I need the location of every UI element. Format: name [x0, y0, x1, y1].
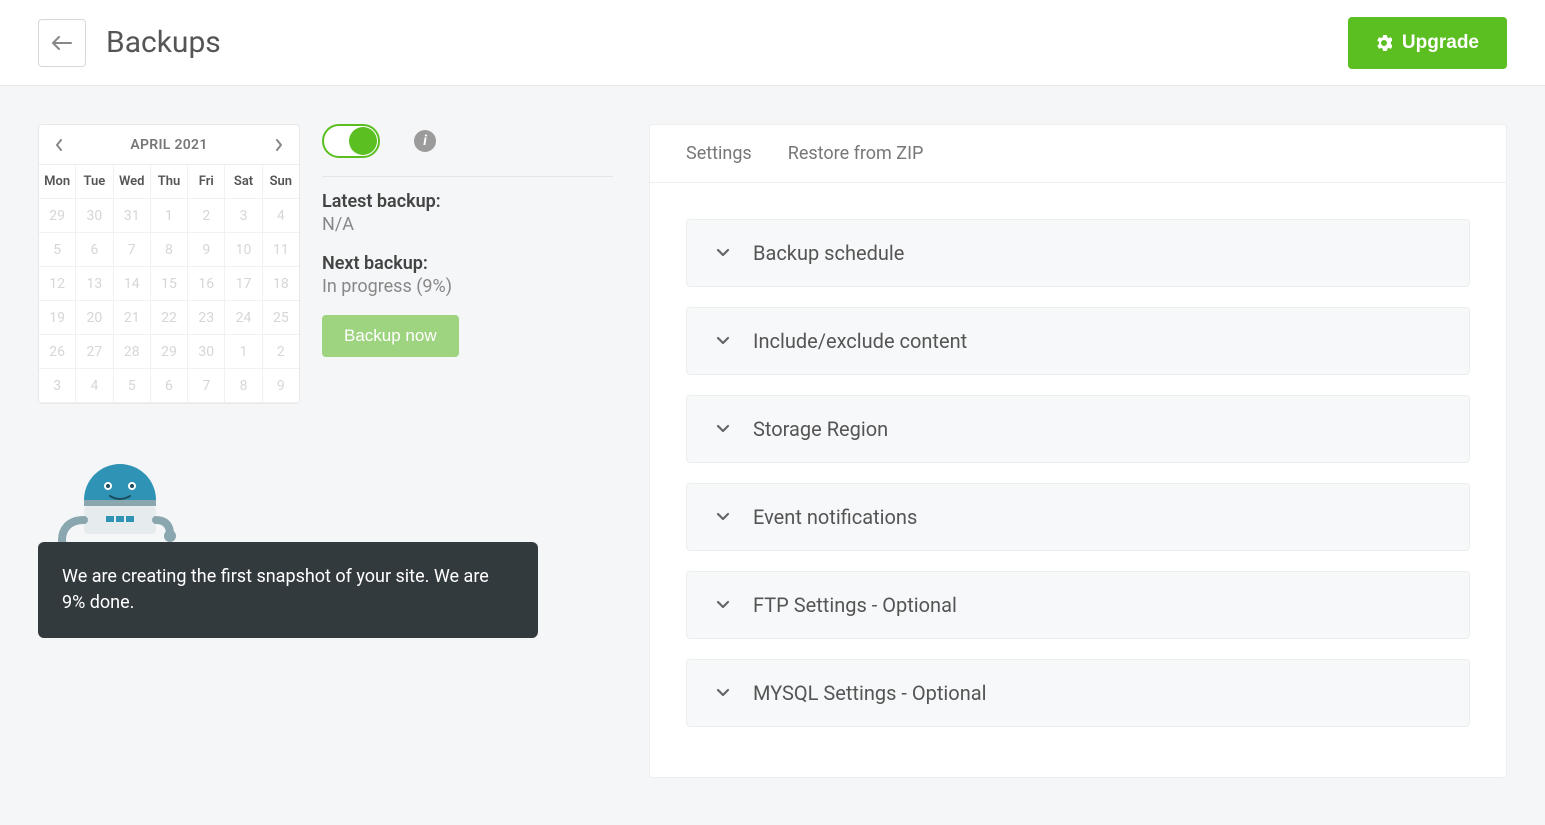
info-icon[interactable]: i — [414, 130, 436, 152]
latest-backup-value: N/A — [322, 214, 613, 235]
calendar-dow: Fri — [188, 165, 225, 199]
calendar-day[interactable]: 2 — [188, 199, 225, 233]
calendar-dow: Sat — [225, 165, 262, 199]
calendar-day[interactable]: 24 — [225, 301, 262, 335]
chevron-down-icon — [715, 509, 731, 525]
calendar-day[interactable]: 31 — [114, 199, 151, 233]
calendar-day[interactable]: 1 — [151, 199, 188, 233]
calendar-day[interactable]: 23 — [188, 301, 225, 335]
accordion-label: MYSQL Settings - Optional — [753, 681, 986, 705]
next-backup-value: In progress (9%) — [322, 276, 613, 297]
calendar-next-button[interactable] — [271, 137, 287, 153]
chevron-down-icon — [715, 333, 731, 349]
calendar: APRIL 2021 MonTueWedThuFriSatSun 2930311… — [38, 124, 300, 404]
chevron-down-icon — [715, 597, 731, 613]
accordion-item[interactable]: Backup schedule — [686, 219, 1470, 287]
accordion-item[interactable]: MYSQL Settings - Optional — [686, 659, 1470, 727]
calendar-day[interactable]: 18 — [263, 267, 299, 301]
chevron-right-icon — [275, 139, 283, 151]
calendar-day[interactable]: 27 — [76, 335, 113, 369]
calendar-day[interactable]: 13 — [76, 267, 113, 301]
upgrade-label: Upgrade — [1402, 32, 1479, 54]
toggle-knob — [349, 127, 377, 155]
calendar-dow: Tue — [76, 165, 113, 199]
calendar-day[interactable]: 30 — [76, 199, 113, 233]
calendar-dow: Sun — [263, 165, 299, 199]
chevron-down-icon — [715, 245, 731, 261]
accordion-item[interactable]: Include/exclude content — [686, 307, 1470, 375]
backup-enabled-toggle[interactable] — [322, 124, 380, 158]
calendar-month-label: APRIL 2021 — [130, 137, 207, 153]
chevron-down-icon — [715, 421, 731, 437]
calendar-day[interactable]: 2 — [263, 335, 299, 369]
calendar-day[interactable]: 21 — [114, 301, 151, 335]
next-backup-label: Next backup: — [322, 253, 613, 274]
calendar-day[interactable]: 28 — [114, 335, 151, 369]
calendar-day[interactable]: 6 — [76, 233, 113, 267]
settings-panel: Settings Restore from ZIP Backup schedul… — [649, 124, 1507, 778]
accordion-item[interactable]: Event notifications — [686, 483, 1470, 551]
arrow-left-icon — [52, 36, 72, 50]
calendar-prev-button[interactable] — [51, 137, 67, 153]
tab-settings[interactable]: Settings — [686, 143, 752, 164]
calendar-day[interactable]: 10 — [225, 233, 262, 267]
calendar-day[interactable]: 4 — [76, 369, 113, 403]
backup-now-button[interactable]: Backup now — [322, 315, 459, 357]
gear-icon — [1376, 35, 1392, 51]
chevron-down-icon — [715, 685, 731, 701]
calendar-day[interactable]: 5 — [114, 369, 151, 403]
accordion-label: Event notifications — [753, 505, 917, 529]
calendar-day[interactable]: 16 — [188, 267, 225, 301]
calendar-day[interactable]: 26 — [39, 335, 76, 369]
calendar-day[interactable]: 5 — [39, 233, 76, 267]
accordion-label: Backup schedule — [753, 241, 904, 265]
accordion-label: Include/exclude content — [753, 329, 967, 353]
calendar-day[interactable]: 30 — [188, 335, 225, 369]
calendar-day[interactable]: 7 — [114, 233, 151, 267]
back-button[interactable] — [38, 19, 86, 67]
chevron-left-icon — [55, 139, 63, 151]
accordion-label: FTP Settings - Optional — [753, 593, 957, 617]
calendar-dow: Thu — [151, 165, 188, 199]
accordion-item[interactable]: FTP Settings - Optional — [686, 571, 1470, 639]
accordion-label: Storage Region — [753, 417, 888, 441]
upgrade-button[interactable]: Upgrade — [1348, 17, 1507, 69]
latest-backup-label: Latest backup: — [322, 191, 613, 212]
calendar-day[interactable]: 8 — [225, 369, 262, 403]
calendar-day[interactable]: 7 — [188, 369, 225, 403]
calendar-dow: Wed — [114, 165, 151, 199]
calendar-day[interactable]: 11 — [263, 233, 299, 267]
status-tip: We are creating the first snapshot of yo… — [38, 542, 538, 638]
page-title: Backups — [106, 25, 221, 60]
calendar-day[interactable]: 20 — [76, 301, 113, 335]
calendar-day[interactable]: 17 — [225, 267, 262, 301]
tab-restore-from-zip[interactable]: Restore from ZIP — [788, 143, 924, 164]
calendar-day[interactable]: 15 — [151, 267, 188, 301]
calendar-day[interactable]: 3 — [225, 199, 262, 233]
calendar-day[interactable]: 19 — [39, 301, 76, 335]
calendar-day[interactable]: 8 — [151, 233, 188, 267]
accordion-item[interactable]: Storage Region — [686, 395, 1470, 463]
calendar-day[interactable]: 14 — [114, 267, 151, 301]
calendar-day[interactable]: 12 — [39, 267, 76, 301]
calendar-day[interactable]: 25 — [263, 301, 299, 335]
calendar-dow: Mon — [39, 165, 76, 199]
calendar-day[interactable]: 22 — [151, 301, 188, 335]
calendar-day[interactable]: 4 — [263, 199, 299, 233]
calendar-day[interactable]: 9 — [188, 233, 225, 267]
calendar-day[interactable]: 29 — [151, 335, 188, 369]
calendar-day[interactable]: 9 — [263, 369, 299, 403]
calendar-day[interactable]: 29 — [39, 199, 76, 233]
calendar-day[interactable]: 3 — [39, 369, 76, 403]
calendar-day[interactable]: 6 — [151, 369, 188, 403]
calendar-day[interactable]: 1 — [225, 335, 262, 369]
